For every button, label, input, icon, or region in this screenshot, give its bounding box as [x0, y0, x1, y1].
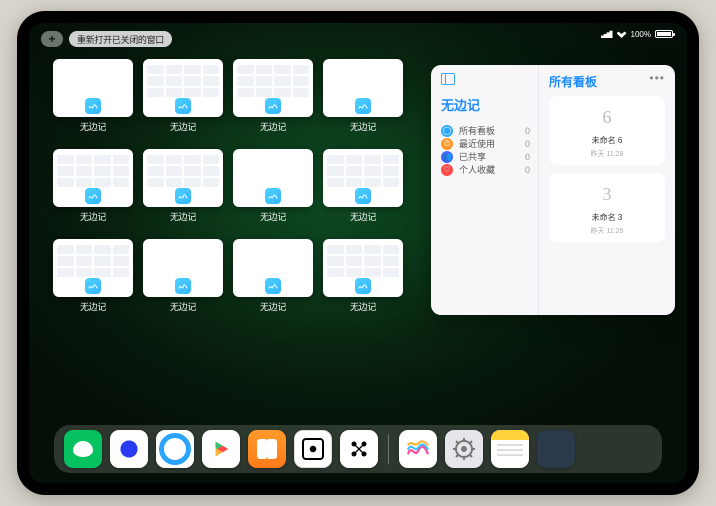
category-count: 0 [525, 126, 530, 136]
window-thumbnails: 无边记无边记无边记无边记无边记无边记无边记无边记无边记无边记无边记无边记 [53, 59, 413, 421]
window-thumb[interactable]: 无边记 [323, 239, 403, 319]
thumb-label: 无边记 [350, 120, 376, 133]
screen: 100% + 重新打开已关闭的窗口 无边记无边记无边记无边记无边记无边记无边记无… [29, 23, 687, 483]
category-icon: ♡ [441, 164, 453, 176]
books-icon[interactable] [248, 430, 286, 468]
thumb-label: 无边记 [170, 210, 196, 223]
freeform-badge-icon [265, 98, 281, 114]
window-thumb[interactable]: 无边记 [143, 149, 223, 229]
category-count: 0 [525, 152, 530, 162]
freeform-badge-icon [175, 188, 191, 204]
sidebar: 无边记 ◯ 所有看板 0 ⏱ 最近使用 0 👥 已共享 0 ♡ 个人收藏 0 [431, 65, 539, 315]
category-label: 最近使用 [459, 137, 495, 150]
freeform-badge-icon [355, 188, 371, 204]
thumb-label: 无边记 [260, 120, 286, 133]
wechat-icon[interactable] [64, 430, 102, 468]
window-thumb[interactable]: 无边记 [53, 239, 133, 319]
sidebar-item[interactable]: ⏱ 最近使用 0 [441, 137, 530, 150]
category-icon: ⏱ [441, 138, 453, 150]
play-icon[interactable] [202, 430, 240, 468]
reopen-closed-button[interactable]: 重新打开已关闭的窗口 [69, 31, 172, 47]
freeform-badge-icon [85, 188, 101, 204]
freeform-badge-icon [175, 278, 191, 294]
main-panel: ••• 所有看板 6 未命名 6 昨天 11:28 3 未命名 3 昨天 11:25 [539, 65, 675, 315]
category-label: 个人收藏 [459, 163, 495, 176]
category-icon: 👥 [441, 151, 453, 163]
active-app-window[interactable]: 无边记 ◯ 所有看板 0 ⏱ 最近使用 0 👥 已共享 0 ♡ 个人收藏 0 ••• 所有看板 6 未命… [431, 65, 675, 315]
window-thumb[interactable]: 无边记 [233, 59, 313, 139]
ipad-frame: 100% + 重新打开已关闭的窗口 无边记无边记无边记无边记无边记无边记无边记无… [17, 11, 699, 495]
board-date: 昨天 11:28 [591, 149, 624, 159]
window-thumb[interactable]: 无边记 [323, 59, 403, 139]
nodes-icon[interactable] [340, 430, 378, 468]
notes-icon[interactable] [491, 430, 529, 468]
battery-icon [655, 30, 673, 38]
window-thumb[interactable]: 无边记 [53, 149, 133, 229]
window-thumb[interactable]: 无边记 [233, 149, 313, 229]
freeform-badge-icon [85, 278, 101, 294]
freeform-badge-icon [175, 98, 191, 114]
more-icon[interactable]: ••• [649, 71, 665, 85]
battery-percent: 100% [631, 30, 651, 39]
thumb-label: 无边记 [260, 210, 286, 223]
signal-icon [601, 30, 613, 38]
freeform-badge-icon [265, 188, 281, 204]
sidebar-item[interactable]: 👥 已共享 0 [441, 150, 530, 163]
panel-title: 所有看板 [549, 73, 665, 90]
board-card[interactable]: 3 未命名 3 昨天 11:25 [549, 173, 665, 242]
board-card[interactable]: 6 未命名 6 昨天 11:28 [549, 96, 665, 165]
window-thumb[interactable]: 无边记 [53, 59, 133, 139]
category-label: 所有看板 [459, 124, 495, 137]
window-thumb[interactable]: 无边记 [143, 239, 223, 319]
thumb-label: 无边记 [170, 300, 196, 313]
quark-icon[interactable] [110, 430, 148, 468]
board-thumbnail: 3 [590, 179, 624, 209]
thumb-label: 无边记 [80, 300, 106, 313]
board-name: 未命名 3 [592, 212, 623, 223]
window-thumb[interactable]: 无边记 [233, 239, 313, 319]
freeform-badge-icon [355, 278, 371, 294]
top-controls: + 重新打开已关闭的窗口 [41, 31, 172, 47]
thumb-label: 无边记 [350, 210, 376, 223]
category-count: 0 [525, 139, 530, 149]
board-thumbnail: 6 [590, 102, 624, 132]
freeform-badge-icon [355, 98, 371, 114]
dock-separator [388, 434, 389, 464]
thumb-label: 无边记 [80, 120, 106, 133]
dice-icon[interactable] [294, 430, 332, 468]
status-bar: 100% [601, 27, 673, 41]
category-icon: ◯ [441, 125, 453, 137]
board-date: 昨天 11:25 [591, 226, 624, 236]
category-label: 已共享 [459, 150, 486, 163]
thumb-label: 无边记 [260, 300, 286, 313]
category-count: 0 [525, 165, 530, 175]
sidebar-item[interactable]: ♡ 个人收藏 0 [441, 163, 530, 176]
settings-icon[interactable] [445, 430, 483, 468]
stage-manager: 无边记无边记无边记无边记无边记无边记无边记无边记无边记无边记无边记无边记 无边记… [53, 59, 675, 421]
sidebar-item[interactable]: ◯ 所有看板 0 [441, 124, 530, 137]
sidebar-toggle-icon[interactable] [441, 73, 455, 85]
thumb-label: 无边记 [80, 210, 106, 223]
wifi-icon [617, 30, 627, 38]
freeform-badge-icon [265, 278, 281, 294]
window-thumb[interactable]: 无边记 [323, 149, 403, 229]
freeform-badge-icon [85, 98, 101, 114]
app-library-icon[interactable] [537, 430, 575, 468]
new-window-button[interactable]: + [41, 31, 63, 47]
freeform-icon[interactable] [399, 430, 437, 468]
thumb-label: 无边记 [170, 120, 196, 133]
thumb-label: 无边记 [350, 300, 376, 313]
qqbrowser-icon[interactable] [156, 430, 194, 468]
window-thumb[interactable]: 无边记 [143, 59, 223, 139]
sidebar-title: 无边记 [441, 95, 530, 114]
dock [54, 425, 662, 473]
board-name: 未命名 6 [592, 135, 623, 146]
